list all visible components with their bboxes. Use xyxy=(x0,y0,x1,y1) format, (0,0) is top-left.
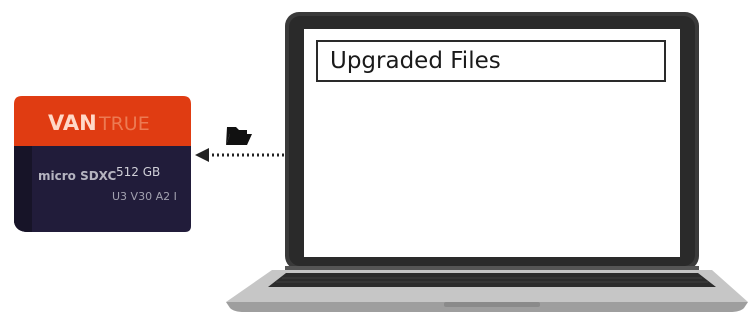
dotted-arrow-left-icon xyxy=(195,148,284,162)
card-format-logo: micro SDXC xyxy=(38,169,116,183)
card-brand-left: VAN xyxy=(48,111,97,135)
folder-icon xyxy=(226,127,252,145)
laptop-keyboard xyxy=(268,273,716,287)
screen-title-box: Upgraded Files xyxy=(316,40,666,82)
card-speed-marks: U3 V30 A2 I xyxy=(112,190,177,203)
card-brand-right: TRUE xyxy=(98,113,150,135)
microsd-card: VAN TRUE micro SDXC 512 GB U3 V30 A2 I xyxy=(14,96,191,232)
screen-title-text: Upgraded Files xyxy=(330,48,501,74)
card-bottom-band xyxy=(14,146,191,232)
card-capacity: 512 GB xyxy=(116,165,160,179)
